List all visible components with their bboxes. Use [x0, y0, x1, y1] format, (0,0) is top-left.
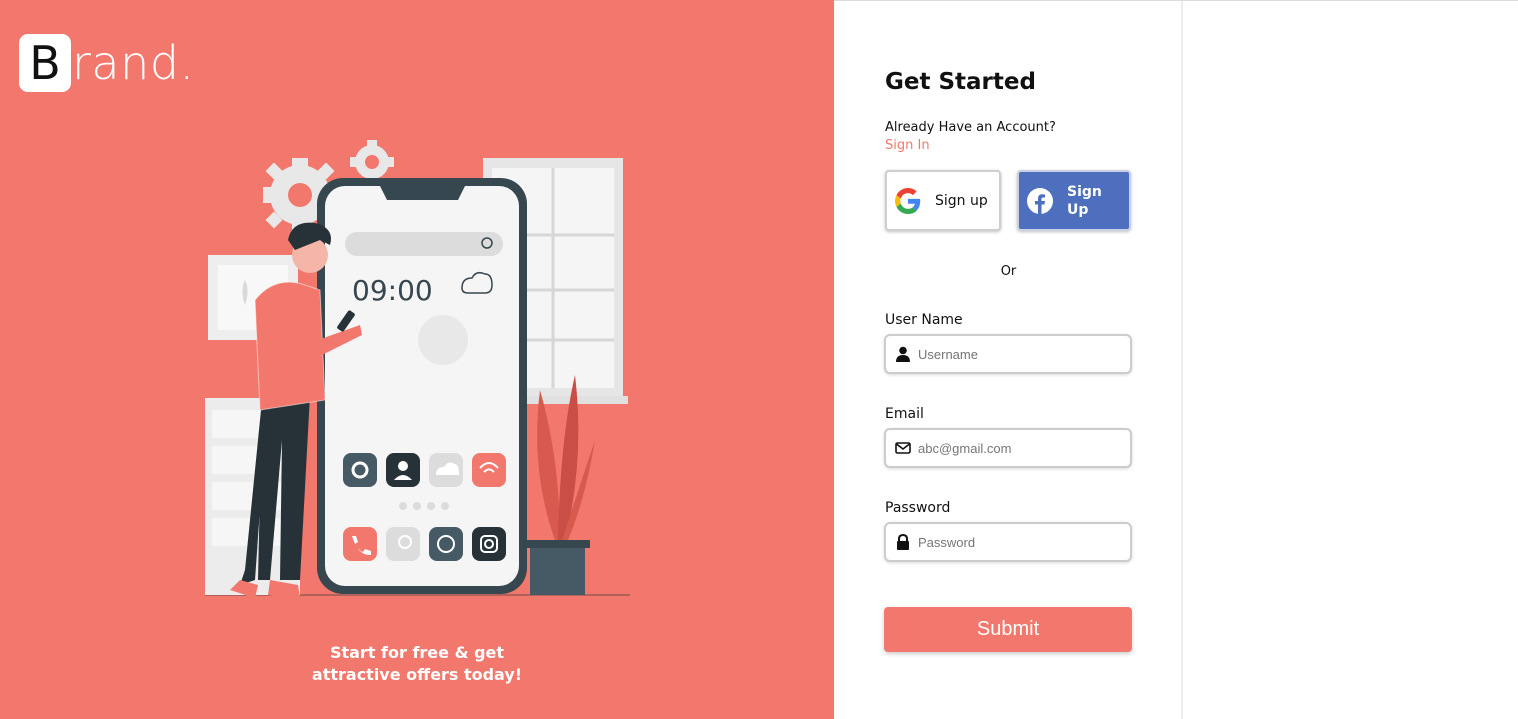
search-app-icon [386, 527, 420, 561]
username-input[interactable] [918, 346, 1118, 362]
have-account-text: Already Have an Account? [885, 120, 1056, 135]
signup-form-panel: Get Started Already Have an Account? Sig… [834, 1, 1183, 719]
username-label: User Name [885, 312, 963, 328]
username-field[interactable] [884, 334, 1132, 374]
gear-small-icon [350, 140, 394, 184]
sign-in-link[interactable]: Sign In [885, 138, 930, 153]
email-field[interactable] [884, 428, 1132, 468]
facebook-signup-label: Sign Up [1067, 183, 1102, 218]
form-title: Get Started [885, 69, 1036, 95]
tagline-line-2: attractive offers today! [311, 665, 523, 684]
facebook-icon [1027, 187, 1053, 214]
email-label: Email [885, 406, 924, 422]
submit-button[interactable]: Submit [884, 607, 1132, 652]
google-signup-button[interactable]: Sign up [885, 170, 1001, 231]
or-divider: Or [1000, 264, 1017, 279]
hero-panel: B rand. 09:00 Start for free & get attra… [0, 0, 834, 719]
phone-app-icon [343, 527, 377, 561]
facebook-signup-button[interactable]: Sign Up [1017, 170, 1131, 231]
password-label: Password [885, 500, 951, 516]
password-field[interactable] [884, 522, 1132, 562]
google-signup-label: Sign up [935, 192, 988, 209]
user-icon [896, 346, 910, 362]
phone-time: 09:00 [352, 274, 433, 307]
plant-decor [525, 375, 595, 595]
brand-initial: B [19, 34, 71, 92]
password-input[interactable] [918, 534, 1118, 550]
brand-logo[interactable]: B rand. [19, 34, 195, 92]
lock-icon [897, 534, 909, 550]
google-icon [895, 187, 921, 214]
phone-mockup: 09:00 [317, 178, 527, 594]
settings-app-icon [343, 453, 377, 487]
instagram-app-icon [472, 527, 506, 561]
whatsapp-app-icon [429, 527, 463, 561]
tagline: Start for free & get attractive offers t… [0, 642, 834, 686]
tagline-line-1: Start for free & get [329, 643, 505, 662]
brand-name: rand. [72, 36, 195, 90]
email-input[interactable] [918, 440, 1118, 456]
envelope-icon [895, 442, 911, 454]
hero-illustration: 09:00 [205, 140, 630, 598]
